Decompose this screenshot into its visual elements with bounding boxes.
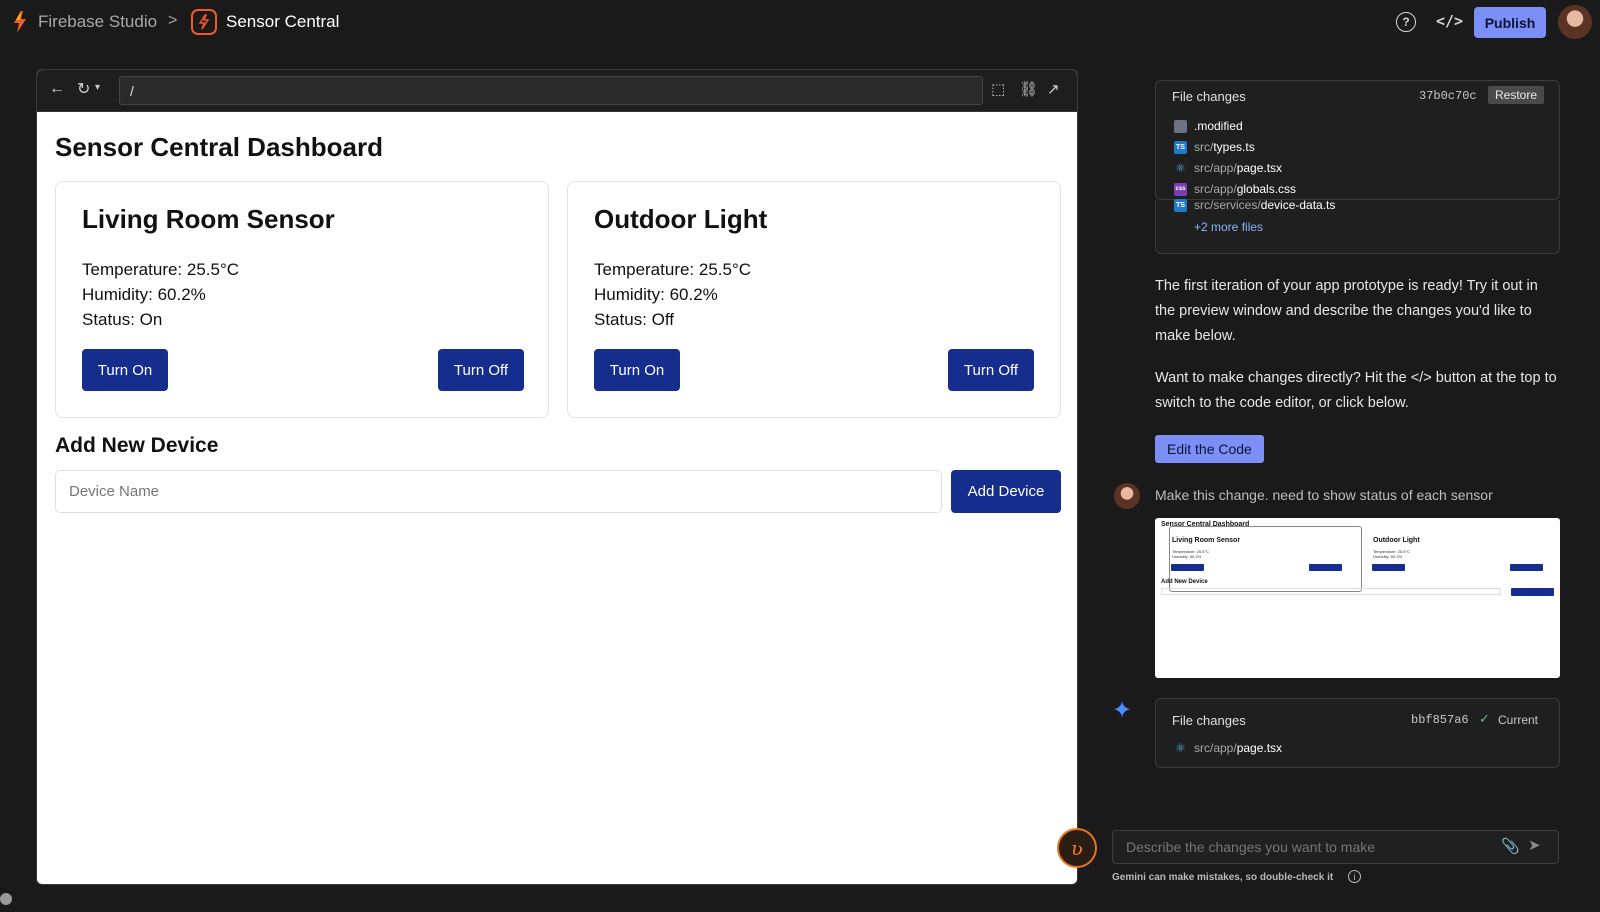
disclaimer-text: Gemini can make mistakes, so double-chec…	[1112, 872, 1334, 883]
add-device-button[interactable]: Add Device	[951, 470, 1061, 513]
attach-icon[interactable]: 📎	[1501, 837, 1520, 855]
user-avatar	[1114, 483, 1140, 509]
project-icon	[191, 9, 217, 35]
file-name: page.tsx	[1236, 741, 1283, 755]
code-view-icon[interactable]: </>	[1436, 12, 1463, 30]
file-changes-card: File changes 37b0c70c Restore .modified …	[1155, 80, 1560, 200]
help-icon[interactable]: ?	[1396, 12, 1416, 32]
turn-on-button[interactable]: Turn On	[82, 349, 168, 391]
assistant-message: Want to make changes directly? Hit the <…	[1155, 370, 1557, 411]
commit-hash: bbf857a6	[1411, 713, 1469, 727]
file-changes-label: File changes	[1172, 89, 1246, 104]
device-card: Outdoor Light Temperature: 25.5°C Humidi…	[567, 181, 1061, 418]
file-changes-card-continued: TS src/services/device-data.ts +2 more f…	[1155, 198, 1560, 254]
typescript-icon: TS	[1174, 198, 1187, 212]
file-name: types.ts	[1213, 140, 1255, 154]
screenshot-attachment[interactable]: Sensor Central Dashboard Living Room Sen…	[1155, 518, 1560, 678]
breadcrumb-chevron-icon: >	[168, 12, 178, 29]
file-item[interactable]: .modified	[1174, 119, 1243, 133]
file-item[interactable]: ⚛ src/app/page.tsx	[1174, 161, 1282, 175]
device-name: Outdoor Light	[594, 204, 768, 234]
chevron-down-icon[interactable]: ▾	[95, 82, 100, 93]
temperature-text: Temperature: 25.5°C	[82, 260, 240, 279]
file-changes-label: File changes	[1172, 713, 1246, 728]
gemini-avatar-icon: ʋ	[1057, 828, 1097, 868]
file-item[interactable]: ⚛ src/app/page.tsx	[1174, 741, 1282, 755]
device-name-input[interactable]	[55, 470, 942, 513]
turn-off-button[interactable]: Turn Off	[948, 349, 1034, 391]
top-bar: Firebase Studio > Sensor Central ? </> P…	[0, 0, 1600, 46]
file-item[interactable]: css src/app/globals.css	[1174, 182, 1296, 196]
temperature-text: Temperature: 25.5°C	[594, 260, 752, 279]
user-avatar[interactable]	[1558, 5, 1592, 39]
status-text: Status: Off	[594, 310, 675, 329]
file-changes-card: File changes bbf857a6 ✓ Current ⚛ src/ap…	[1155, 698, 1560, 768]
file-icon	[1174, 119, 1187, 133]
current-label: Current	[1498, 713, 1539, 727]
humidity-text: Humidity: 60.2%	[82, 285, 206, 304]
select-element-icon[interactable]: ⬚	[991, 80, 1005, 98]
brand[interactable]: Firebase Studio	[10, 10, 157, 34]
chat-panel: File changes 37b0c70c Restore .modified …	[1100, 46, 1600, 912]
file-item[interactable]: TS src/types.ts	[1174, 140, 1255, 154]
react-icon: ⚛	[1175, 741, 1186, 755]
file-name: globals.css	[1236, 182, 1297, 196]
file-name: .modified	[1194, 119, 1243, 133]
firebase-studio-logo-icon	[14, 11, 26, 33]
send-icon[interactable]: ➤	[1528, 836, 1541, 854]
link-icon[interactable]: ⛓	[1019, 80, 1038, 98]
open-external-icon[interactable]: ↗	[1047, 80, 1060, 98]
commit-hash: 37b0c70c	[1419, 89, 1477, 103]
check-icon: ✓	[1479, 711, 1490, 726]
status-dot	[0, 893, 12, 905]
status-text: Status: On	[82, 310, 163, 329]
restore-button[interactable]: Restore	[1488, 86, 1545, 104]
device-name: Living Room Sensor	[82, 204, 335, 234]
react-icon: ⚛	[1175, 161, 1186, 175]
add-device-heading: Add New Device	[55, 434, 219, 457]
typescript-icon: TS	[1174, 140, 1187, 154]
prompt-input[interactable]	[1112, 830, 1559, 864]
edit-code-button[interactable]: Edit the Code	[1155, 435, 1264, 463]
device-card: Living Room Sensor Temperature: 25.5°C H…	[55, 181, 549, 418]
gemini-sparkle-icon: ✦	[1112, 697, 1133, 724]
file-name: device-data.ts	[1260, 198, 1336, 212]
back-arrow-icon[interactable]: ←	[49, 80, 65, 98]
brand-name: Firebase Studio	[38, 12, 158, 31]
file-name: page.tsx	[1236, 161, 1283, 175]
reload-icon[interactable]: ↻	[77, 79, 90, 99]
css-icon: css	[1174, 182, 1187, 196]
humidity-text: Humidity: 60.2%	[594, 285, 718, 304]
turn-off-button[interactable]: Turn Off	[438, 349, 524, 391]
assistant-message: The first iteration of your app prototyp…	[1155, 278, 1538, 344]
project-name[interactable]: Sensor Central	[226, 12, 339, 32]
dashboard-title: Sensor Central Dashboard	[55, 132, 383, 162]
user-message: Make this change. need to show status of…	[1155, 487, 1493, 503]
more-files-link[interactable]: +2 more files	[1194, 220, 1263, 234]
publish-button[interactable]: Publish	[1474, 7, 1546, 38]
file-item[interactable]: TS src/services/device-data.ts	[1174, 198, 1335, 212]
url-input[interactable]	[119, 76, 983, 105]
turn-on-button[interactable]: Turn On	[594, 349, 680, 391]
preview-window: ← ↻ ▾ ⬚ ⛓ ↗ Sensor Central Dashboard Liv…	[36, 69, 1078, 885]
info-icon[interactable]: i	[1348, 870, 1361, 883]
preview-toolbar: ← ↻ ▾ ⬚ ⛓ ↗	[37, 70, 1077, 112]
